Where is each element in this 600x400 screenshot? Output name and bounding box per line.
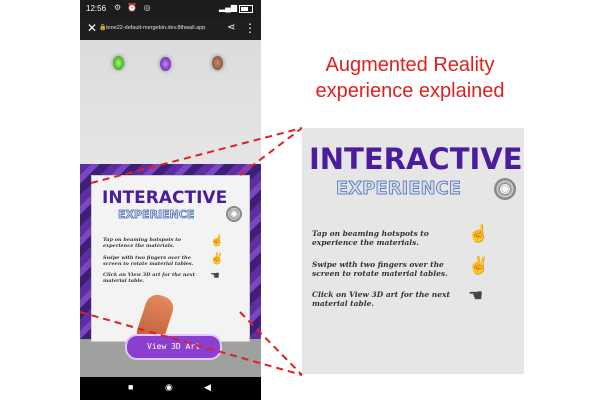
panel-click-hand-icon: ☚ bbox=[468, 286, 484, 305]
caption-line-2: experience explained bbox=[315, 80, 505, 102]
panel-tap-hand-icon: ☝ bbox=[468, 224, 490, 243]
panel-two-finger-swipe-icon: ✌ bbox=[468, 256, 490, 275]
panel-step-3-text: Click on View 3D art for the next materi… bbox=[312, 290, 450, 308]
panel-subtitle: EXPERIENCE bbox=[336, 178, 462, 200]
panel-badge-icon bbox=[494, 178, 516, 200]
panel-title: INTERACTIVE bbox=[309, 142, 523, 176]
caption: Augmented Reality experience explained bbox=[290, 52, 530, 104]
instruction-card-enlarged: INTERACTIVE EXPERIENCE Tap on beaming ho… bbox=[302, 128, 524, 374]
panel-step-2-text: Swipe with two fingers over the screen t… bbox=[312, 260, 448, 278]
caption-line-1: Augmented Reality bbox=[325, 54, 495, 76]
panel-step-1-text: Tap on beaming hotspots to experience th… bbox=[312, 229, 429, 247]
